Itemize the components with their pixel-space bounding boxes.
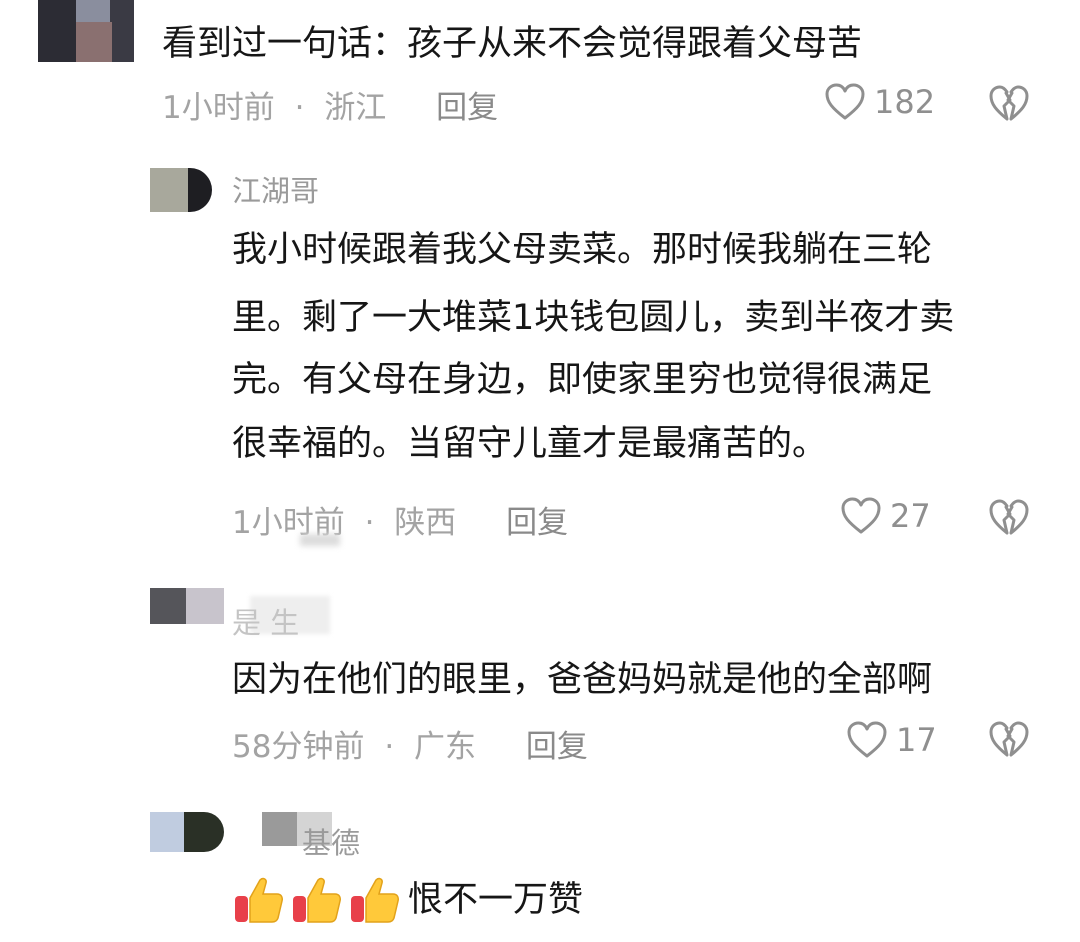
thumbs-up-emoji-icon (235, 877, 283, 923)
broken-heart-icon[interactable] (988, 720, 1030, 760)
reply-button[interactable]: 回复 (526, 729, 588, 765)
like-button[interactable]: 182 (824, 82, 935, 122)
comment-location: 广东 (414, 729, 477, 765)
meta-separator: · (384, 729, 395, 765)
blur-patch (300, 534, 340, 546)
avatar[interactable] (150, 168, 212, 212)
heart-outline-icon (846, 720, 888, 760)
comment-location: 浙江 (324, 90, 387, 126)
emoji-group: 恨不一万赞 (232, 874, 583, 926)
thumbs-up-emoji-icon (293, 877, 341, 923)
avatar[interactable] (150, 588, 224, 624)
comment-line: 很幸福的。当留守儿童才是最痛苦的。 (232, 424, 828, 464)
comment-text: 我小时候跟着我父母卖菜。那时候我躺在三轮 里。剩了一大堆菜1块钱包圆儿，卖到半夜… (232, 222, 954, 472)
comment-line: 我小时候跟着我父母卖菜。那时候我躺在三轮 (232, 230, 933, 270)
comment-text: 看到过一句话：孩子从来不会觉得跟着父母苦 (162, 24, 863, 64)
comment-meta: 1小时前 · 陕西 回复 (232, 497, 568, 542)
like-button[interactable]: 27 (840, 496, 931, 536)
avatar[interactable] (150, 812, 224, 852)
comment-time: 1小时前 (162, 90, 275, 126)
comment-location: 陕西 (394, 505, 457, 541)
username[interactable]: 基德 (302, 820, 360, 862)
thumbs-up-emoji-icon (351, 877, 399, 923)
like-count: 27 (890, 497, 931, 535)
comment-line: 里。剩了一大堆菜1块钱包圆儿，卖到半夜才卖 (232, 298, 955, 338)
comment-meta: 58分钟前 · 广东 回复 (232, 721, 588, 766)
username[interactable]: 是 生 (232, 600, 299, 642)
comment-time: 58分钟前 (232, 729, 365, 765)
like-button[interactable]: 17 (846, 720, 937, 760)
like-count: 17 (896, 721, 937, 759)
meta-separator: · (294, 90, 305, 126)
username[interactable]: 江湖哥 (232, 168, 319, 210)
comment-text: 恨不一万赞 (408, 880, 584, 920)
comment-line: 完。有父母在身边，即使家里穷也觉得很满足 (232, 360, 933, 400)
like-count: 182 (874, 83, 936, 121)
broken-heart-icon[interactable] (988, 498, 1030, 538)
broken-heart-icon[interactable] (988, 84, 1030, 124)
heart-outline-icon (840, 496, 882, 536)
heart-outline-icon (824, 82, 866, 122)
meta-separator: · (364, 505, 375, 541)
comment-text: 因为在他们的眼里，爸爸妈妈就是他的全部啊 (232, 660, 933, 700)
reply-button[interactable]: 回复 (506, 505, 568, 541)
comment-meta: 1小时前 · 浙江 回复 (162, 82, 498, 127)
avatar-fragment (76, 22, 112, 62)
reply-button[interactable]: 回复 (436, 90, 498, 126)
